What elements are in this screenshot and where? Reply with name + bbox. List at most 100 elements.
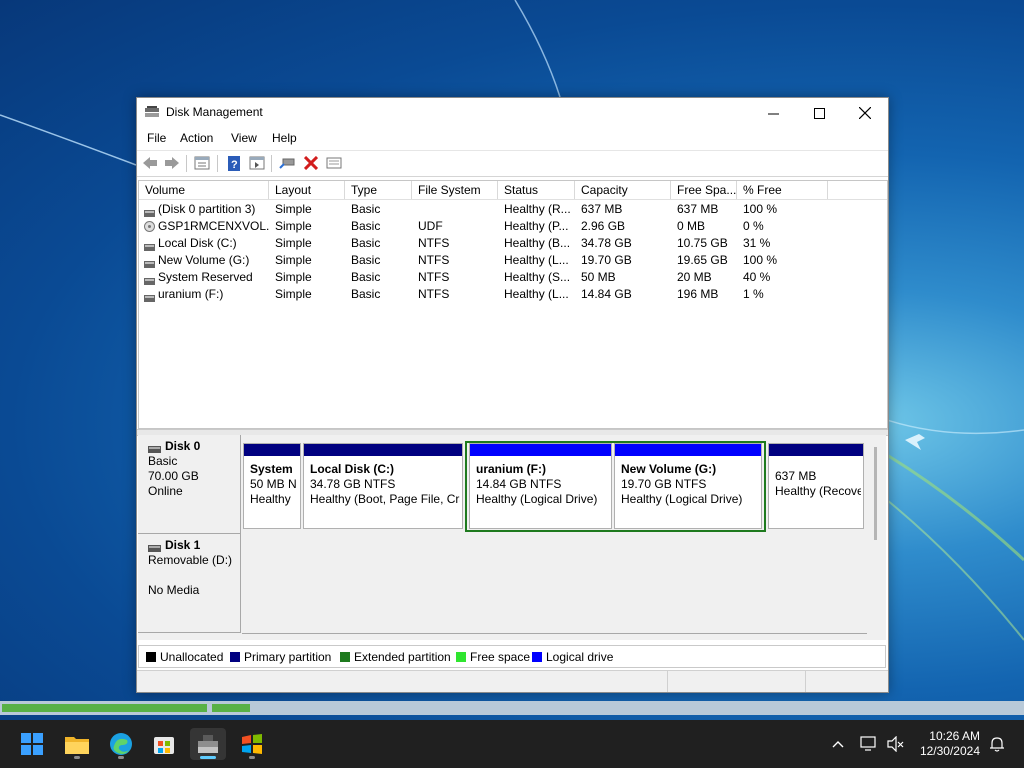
col-type[interactable]: Type bbox=[345, 181, 412, 199]
cell-fs: NTFS bbox=[418, 236, 450, 250]
connect-icon bbox=[279, 158, 295, 169]
table-row[interactable]: (Disk 0 partition 3) Simple Basic Healthy (… bbox=[139, 201, 887, 218]
disk-view-scrollbar[interactable] bbox=[868, 435, 886, 640]
cell-capacity: 14.84 GB bbox=[581, 287, 632, 301]
scrollbar-thumb[interactable] bbox=[874, 447, 877, 540]
disk-1-media: No Media bbox=[148, 583, 200, 597]
disk-1-type: Removable (D:) bbox=[148, 553, 233, 567]
menu-help[interactable]: Help bbox=[272, 131, 297, 145]
cell-layout: Simple bbox=[275, 202, 312, 216]
maximize-button[interactable] bbox=[796, 98, 842, 128]
title-bar[interactable]: Disk Management bbox=[137, 98, 888, 128]
cell-layout: Simple bbox=[275, 287, 312, 301]
cell-volume: Local Disk (C:) bbox=[139, 235, 269, 252]
cell-type: Basic bbox=[351, 287, 381, 301]
logical-drive-bar bbox=[615, 444, 761, 456]
col-free-space[interactable]: Free Spa... bbox=[671, 181, 737, 199]
cell-free: 196 MB bbox=[677, 287, 719, 301]
minimize-button[interactable] bbox=[750, 98, 796, 128]
disk-management-window: Disk Management File Action View Help ? bbox=[136, 97, 889, 693]
removable-disk-icon bbox=[148, 541, 161, 553]
show-hidden-icons-button[interactable] bbox=[828, 734, 848, 754]
disk-management-taskbar-button[interactable] bbox=[190, 728, 226, 760]
cell-pct: 0 % bbox=[743, 219, 764, 233]
progress-strip bbox=[0, 701, 1024, 715]
cell-status: Healthy (L... bbox=[504, 253, 569, 267]
col-capacity[interactable]: Capacity bbox=[575, 181, 671, 199]
table-row[interactable]: GSP1RMCENXVOL... Simple Basic UDF Healthy (P… bbox=[139, 218, 887, 235]
partition-recovery[interactable]: 637 MB Healthy (Recove bbox=[768, 443, 864, 529]
close-button[interactable] bbox=[842, 98, 888, 128]
partition-size: 19.70 GB NTFS bbox=[621, 477, 707, 491]
drive-icon bbox=[144, 256, 155, 269]
disk-0-type: Basic bbox=[148, 454, 178, 468]
disk-0-info[interactable]: Disk 0 Basic 70.00 GB Online bbox=[138, 435, 241, 534]
partition-size: 637 MB bbox=[775, 469, 817, 483]
toolbar: ? bbox=[137, 150, 888, 177]
details-pane-button[interactable] bbox=[248, 155, 266, 171]
cell-layout: Simple bbox=[275, 236, 312, 250]
cell-type: Basic bbox=[351, 202, 381, 216]
back-arrow-icon bbox=[143, 157, 157, 169]
partition-uranium-f[interactable]: uranium (F:) 14.84 GB NTFS Healthy (Logica… bbox=[469, 443, 612, 529]
back-button[interactable] bbox=[141, 155, 159, 171]
partition-status: Healthy bbox=[250, 492, 291, 506]
col-pct-free[interactable]: % Free bbox=[737, 181, 828, 199]
cd-drive-icon bbox=[144, 221, 155, 233]
partition-status: Healthy (Logical Drive) bbox=[621, 492, 743, 506]
connect-button[interactable] bbox=[278, 155, 296, 171]
cell-type: Basic bbox=[351, 253, 381, 267]
cell-volume: uranium (F:) bbox=[139, 286, 269, 303]
system-clock[interactable]: 10:26 AM 12/30/2024 bbox=[920, 729, 980, 759]
partition-status: Healthy (Logical Drive) bbox=[476, 492, 598, 506]
menu-view[interactable]: View bbox=[231, 131, 257, 145]
list-view-button[interactable] bbox=[325, 155, 343, 171]
forward-button[interactable] bbox=[163, 155, 181, 171]
taskbar: 10:26 AM 12/30/2024 bbox=[0, 720, 1024, 768]
svg-text:?: ? bbox=[231, 159, 238, 171]
cell-fs: UDF bbox=[418, 219, 443, 233]
delete-button[interactable] bbox=[302, 155, 320, 171]
edge-button[interactable] bbox=[103, 728, 139, 760]
windows-taskbar-button[interactable] bbox=[234, 728, 270, 760]
start-button[interactable] bbox=[14, 728, 50, 760]
partition-local-disk-c[interactable]: Local Disk (C:) 34.78 GB NTFS Healthy (Boo… bbox=[303, 443, 463, 529]
cell-pct: 100 % bbox=[743, 253, 778, 267]
properties-button[interactable] bbox=[193, 155, 211, 171]
menu-file[interactable]: File bbox=[147, 131, 166, 145]
col-file-system[interactable]: File System bbox=[412, 181, 498, 199]
menu-action[interactable]: Action bbox=[180, 131, 213, 145]
properties-icon bbox=[194, 156, 210, 170]
partition-system-reserved[interactable]: System 50 MB N Healthy bbox=[243, 443, 301, 529]
table-row[interactable]: uranium (F:) Simple Basic NTFS Healthy (L...… bbox=[139, 286, 887, 303]
cell-pct: 100 % bbox=[743, 202, 778, 216]
volume-tray-button[interactable] bbox=[885, 734, 905, 754]
help-button[interactable]: ? bbox=[225, 155, 243, 171]
table-row[interactable]: System Reserved Simple Basic NTFS Healthy (S… bbox=[139, 269, 887, 286]
file-explorer-button[interactable] bbox=[59, 728, 95, 760]
chevron-up-icon bbox=[832, 741, 844, 748]
disk-1-info[interactable]: Disk 1 Removable (D:) No Media bbox=[138, 534, 241, 633]
store-button[interactable] bbox=[146, 728, 182, 760]
unallocated-swatch bbox=[146, 652, 156, 662]
partition-name: uranium (F:) bbox=[476, 462, 546, 476]
status-bar bbox=[137, 670, 888, 692]
partition-new-volume-g[interactable]: New Volume (G:) 19.70 GB NTFS Healthy (Log… bbox=[614, 443, 762, 529]
col-volume[interactable]: Volume bbox=[139, 181, 269, 199]
disk-1-name: Disk 1 bbox=[165, 538, 201, 552]
col-status[interactable]: Status bbox=[498, 181, 575, 199]
legend-free-space: Free space bbox=[456, 650, 530, 664]
table-row[interactable]: New Volume (G:) Simple Basic NTFS Healthy (L… bbox=[139, 252, 887, 269]
network-tray-button[interactable] bbox=[859, 734, 879, 754]
cell-fs bbox=[412, 201, 498, 218]
legend-logical: Logical drive bbox=[532, 650, 613, 664]
cell-capacity: 2.96 GB bbox=[581, 219, 626, 233]
notifications-button[interactable] bbox=[987, 734, 1007, 754]
maximize-icon bbox=[813, 107, 825, 119]
cell-fs: NTFS bbox=[418, 287, 450, 301]
table-row[interactable]: Local Disk (C:) Simple Basic NTFS Healthy (B… bbox=[139, 235, 887, 252]
drive-icon bbox=[144, 205, 155, 218]
partition-size: 34.78 GB NTFS bbox=[310, 477, 396, 491]
col-layout[interactable]: Layout bbox=[269, 181, 345, 199]
logical-drive-bar bbox=[470, 444, 611, 456]
